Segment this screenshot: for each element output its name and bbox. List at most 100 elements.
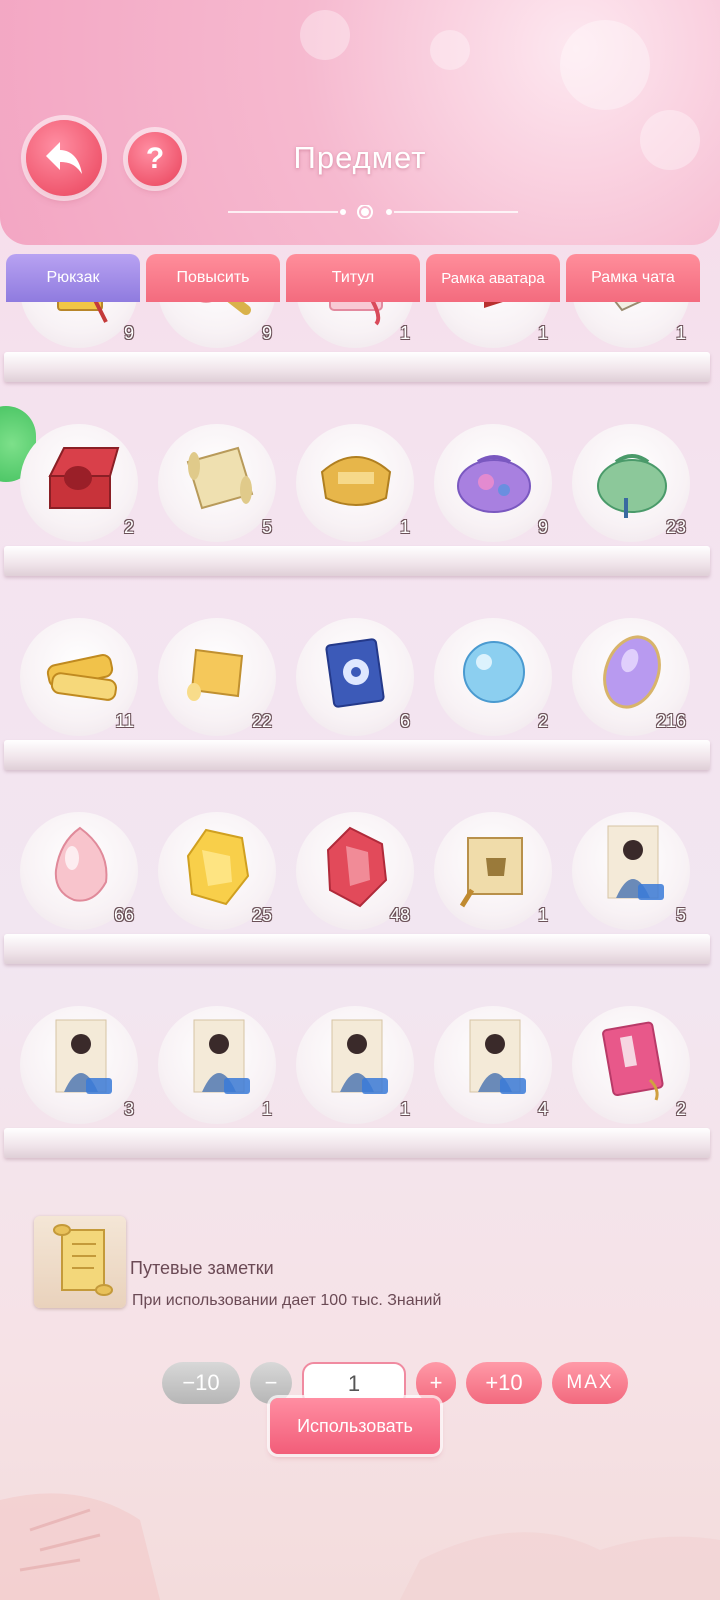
max-button[interactable]: MAX	[552, 1362, 628, 1404]
item-count: 9	[261, 323, 272, 343]
bokeh-decoration	[560, 20, 650, 110]
old-scroll-icon	[186, 446, 254, 510]
inventory-slot[interactable]: 22	[158, 618, 276, 736]
inventory-slot[interactable]: 66	[20, 812, 138, 930]
item-count: 5	[675, 905, 686, 925]
character-card-icon	[331, 1019, 388, 1094]
inventory-slot[interactable]: 23	[572, 424, 690, 542]
item-count: 2	[675, 1099, 686, 1119]
bamboo-slips-icon	[614, 302, 642, 312]
selected-item-description: При использовании дает 100 тыс. Знаний	[132, 1292, 442, 1309]
inventory-slot[interactable]: 25	[158, 812, 276, 930]
tab-avatar-frame[interactable]: Рамка аватара	[426, 254, 560, 302]
inventory-row: 2 5 1 9 23	[0, 386, 720, 576]
inventory-slot[interactable]: 9	[434, 424, 552, 542]
purple-pouch-icon	[457, 455, 531, 513]
inventory-slot[interactable]: 216	[572, 618, 690, 736]
bottom-scenery	[0, 1493, 720, 1600]
inventory-slot[interactable]: 1	[158, 1006, 276, 1124]
character-card-icon	[193, 1019, 250, 1094]
crystal-orb-icon	[463, 641, 525, 703]
item-count: 23	[665, 517, 686, 537]
selected-item-name: Путевые заметки	[130, 1258, 274, 1278]
inventory-row: 11 22 6 2 216	[0, 580, 720, 770]
item-count: 4	[537, 1099, 548, 1119]
minus-10-button[interactable]: −10	[162, 1362, 240, 1404]
shelf-divider	[4, 546, 710, 576]
item-count: 22	[251, 711, 272, 731]
inventory-slot[interactable]: 1	[296, 1006, 414, 1124]
inventory-slot[interactable]: 1	[296, 302, 414, 348]
red-box-icon	[484, 302, 503, 308]
character-card-icon	[607, 825, 664, 900]
inventory-slot[interactable]: 3	[20, 1006, 138, 1124]
tab-chat-frame[interactable]: Рамка чата	[566, 254, 700, 302]
selected-item-thumbnail	[34, 1216, 126, 1308]
item-count: 3	[123, 1099, 134, 1119]
inventory-slot[interactable]: 9	[158, 302, 276, 348]
character-card-icon	[469, 1019, 526, 1094]
purple-gem-icon	[603, 635, 661, 709]
title-divider	[228, 205, 518, 219]
blue-book-icon	[325, 638, 385, 708]
red-gem-icon	[326, 826, 388, 908]
page-title: Предмет	[293, 140, 427, 175]
item-count: 1	[537, 323, 548, 343]
pink-book-icon	[602, 1021, 664, 1101]
tab-bar: Рюкзак Повысить Титул Рамка аватара Рамк…	[6, 254, 720, 302]
character-card-icon	[55, 1019, 112, 1094]
item-count: 9	[123, 323, 134, 343]
pink-envelope-icon	[329, 302, 383, 326]
plus-10-button[interactable]: +10	[466, 1362, 542, 1404]
tripod-scroll-icon	[459, 837, 523, 908]
bokeh-decoration	[430, 30, 470, 70]
inventory-row: 3 1 1 4 2	[0, 968, 720, 1158]
inventory-slot[interactable]: 1	[572, 302, 690, 348]
gold-scroll-icon	[187, 648, 244, 701]
shelf-divider	[4, 352, 710, 382]
red-jewel-box-icon	[48, 447, 120, 509]
item-count: 1	[399, 323, 410, 343]
shelf-divider	[4, 934, 710, 964]
item-count: 48	[389, 905, 410, 925]
imperial-edict-icon	[57, 302, 108, 323]
inventory-grid: 9 9 1 1 1 2 5 1 9 23 11 22 6 2 216 66 25 48 1 5 3 1 1 4 2	[0, 302, 720, 1200]
item-count: 1	[399, 1099, 410, 1119]
item-count: 2	[123, 517, 134, 537]
inventory-slot[interactable]: 11	[20, 618, 138, 736]
inventory-slot[interactable]: 2	[20, 424, 138, 542]
tab-title[interactable]: Титул	[286, 254, 420, 302]
inventory-slot[interactable]: 2	[572, 1006, 690, 1124]
inventory-slot[interactable]: 6	[296, 618, 414, 736]
inventory-slot[interactable]: 4	[434, 1006, 552, 1124]
old-scroll-icon	[53, 1224, 113, 1296]
item-count: 6	[399, 711, 410, 731]
bokeh-decoration	[300, 10, 350, 60]
tab-upgrade[interactable]: Повысить	[146, 254, 280, 302]
inventory-slot[interactable]: 9	[20, 302, 138, 348]
item-count: 1	[675, 323, 686, 343]
item-count: 66	[113, 905, 134, 925]
gold-gem-icon	[186, 828, 250, 906]
green-pouch-icon	[597, 454, 667, 518]
pink-gem-icon	[54, 826, 108, 902]
item-count: 216	[655, 711, 686, 731]
inventory-slot[interactable]: 5	[572, 812, 690, 930]
inventory-slot[interactable]: 1	[434, 812, 552, 930]
inventory-slot[interactable]: 5	[158, 424, 276, 542]
item-count: 1	[537, 905, 548, 925]
inventory-slot[interactable]: 2	[434, 618, 552, 736]
scroll-rod-icon	[201, 302, 251, 315]
tab-backpack[interactable]: Рюкзак	[6, 254, 140, 302]
item-count: 5	[261, 517, 272, 537]
item-count: 1	[399, 517, 410, 537]
shelf-divider	[4, 1128, 710, 1158]
inventory-slot[interactable]: 1	[296, 424, 414, 542]
shelf-divider	[4, 740, 710, 770]
item-count: 11	[115, 711, 134, 731]
item-count: 1	[261, 1099, 272, 1119]
inventory-row: 9 9 1 1 1	[0, 302, 720, 382]
inventory-row: 66 25 48 1 5	[0, 774, 720, 964]
inventory-slot[interactable]: 48	[296, 812, 414, 930]
inventory-slot[interactable]: 1	[434, 302, 552, 348]
